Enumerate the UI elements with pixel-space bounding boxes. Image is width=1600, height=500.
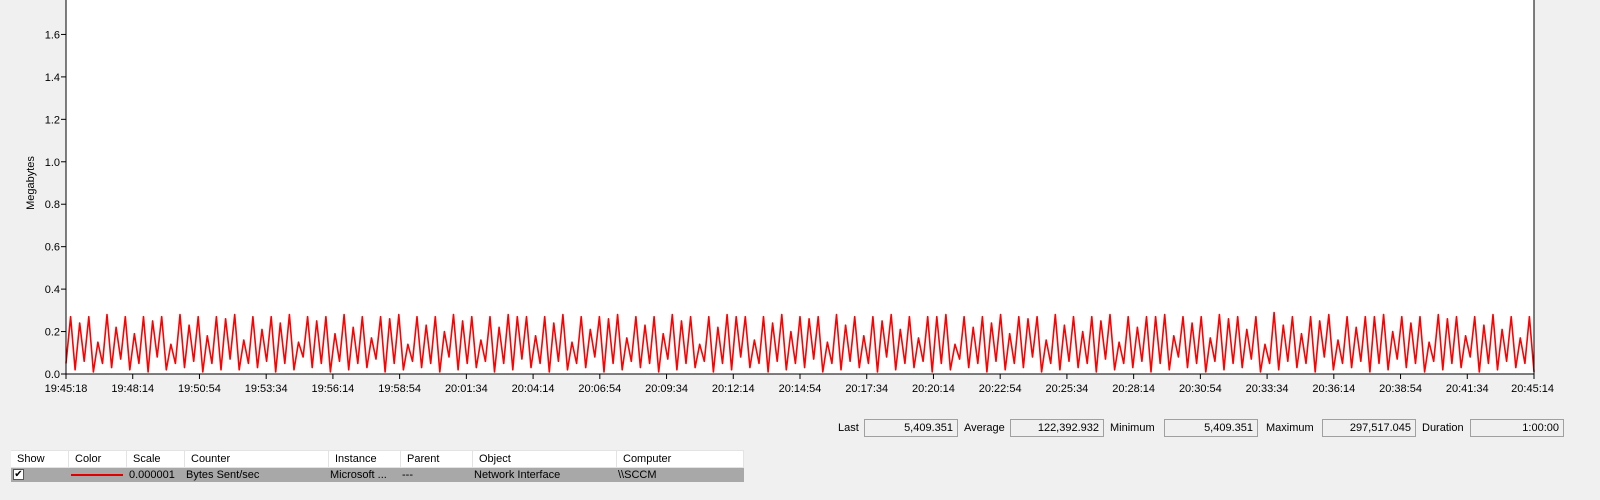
performance-chart: 0.00.20.40.60.81.01.21.41.61.8Megabytes1… xyxy=(0,0,1600,410)
x-tick-label: 20:17:34 xyxy=(845,383,888,395)
header-show[interactable]: Show xyxy=(11,451,69,467)
x-tick-label: 20:14:54 xyxy=(779,383,822,395)
cell-counter: Bytes Sent/sec xyxy=(186,469,260,481)
table-header: Show Color Scale Counter Instance Parent… xyxy=(11,450,744,468)
y-tick-label: 0.4 xyxy=(45,284,60,296)
minimum-label: Minimum xyxy=(1110,422,1155,434)
x-tick-label: 19:58:54 xyxy=(378,383,421,395)
cell-computer: \\SCCM xyxy=(618,469,657,481)
cell-scale: 0.000001 xyxy=(129,469,175,481)
series-color-swatch xyxy=(71,474,123,476)
minimum-value: 5,409.351 xyxy=(1164,419,1258,437)
x-tick-label: 20:04:14 xyxy=(512,383,555,395)
x-tick-label: 20:22:54 xyxy=(979,383,1022,395)
average-value: 122,392.932 xyxy=(1010,419,1104,437)
y-tick-label: 0.6 xyxy=(45,242,60,254)
header-scale[interactable]: Scale xyxy=(127,451,185,467)
x-tick-label: 20:30:54 xyxy=(1179,383,1222,395)
counter-table: Show Color Scale Counter Instance Parent… xyxy=(11,450,744,482)
y-tick-label: 0.8 xyxy=(45,199,60,211)
maximum-label: Maximum xyxy=(1266,422,1314,434)
y-tick-label: 1.2 xyxy=(45,114,60,126)
x-tick-label: 20:41:34 xyxy=(1446,383,1489,395)
chart-svg: 0.00.20.40.60.81.01.21.41.61.8Megabytes1… xyxy=(25,0,1554,395)
last-label: Last xyxy=(838,422,859,434)
average-label: Average xyxy=(964,422,1005,434)
x-tick-label: 20:33:34 xyxy=(1246,383,1289,395)
header-color[interactable]: Color xyxy=(69,451,127,467)
y-tick-label: 1.0 xyxy=(45,157,60,169)
last-value: 5,409.351 xyxy=(864,419,958,437)
table-row[interactable]: ✔ 0.000001 Bytes Sent/sec Microsoft ... … xyxy=(11,468,744,482)
y-axis-label: Megabytes xyxy=(25,156,37,210)
x-tick-label: 19:48:14 xyxy=(111,383,154,395)
x-tick-label: 20:28:14 xyxy=(1112,383,1155,395)
header-object[interactable]: Object xyxy=(473,451,617,467)
x-tick-label: 20:25:34 xyxy=(1045,383,1088,395)
x-tick-label: 19:53:34 xyxy=(245,383,288,395)
x-tick-label: 19:56:14 xyxy=(311,383,354,395)
cell-parent: --- xyxy=(402,469,413,481)
x-tick-label: 20:45:14 xyxy=(1511,383,1554,395)
maximum-value: 297,517.045 xyxy=(1322,419,1416,437)
x-tick-label: 19:45:18 xyxy=(45,383,88,395)
x-tick-label: 20:20:14 xyxy=(912,383,955,395)
cell-object: Network Interface xyxy=(474,469,561,481)
duration-label: Duration xyxy=(1422,422,1464,434)
header-parent[interactable]: Parent xyxy=(401,451,473,467)
y-tick-label: 1.4 xyxy=(45,72,60,84)
show-checkbox[interactable]: ✔ xyxy=(13,469,24,480)
y-tick-label: 0.0 xyxy=(45,369,60,381)
header-computer[interactable]: Computer xyxy=(617,451,744,467)
x-tick-label: 20:12:14 xyxy=(712,383,755,395)
x-tick-label: 19:50:54 xyxy=(178,383,221,395)
x-tick-label: 20:09:34 xyxy=(645,383,688,395)
x-tick-label: 20:38:54 xyxy=(1379,383,1422,395)
x-tick-label: 20:36:14 xyxy=(1312,383,1355,395)
y-tick-label: 1.6 xyxy=(45,29,60,41)
x-tick-label: 20:01:34 xyxy=(445,383,488,395)
cell-instance: Microsoft ... xyxy=(330,469,387,481)
duration-value: 1:00:00 xyxy=(1470,419,1564,437)
x-tick-label: 20:06:54 xyxy=(578,383,621,395)
header-instance[interactable]: Instance xyxy=(329,451,401,467)
y-tick-label: 0.2 xyxy=(45,327,60,339)
header-counter[interactable]: Counter xyxy=(185,451,329,467)
stats-bar: Last 5,409.351 Average 122,392.932 Minim… xyxy=(0,418,1600,440)
